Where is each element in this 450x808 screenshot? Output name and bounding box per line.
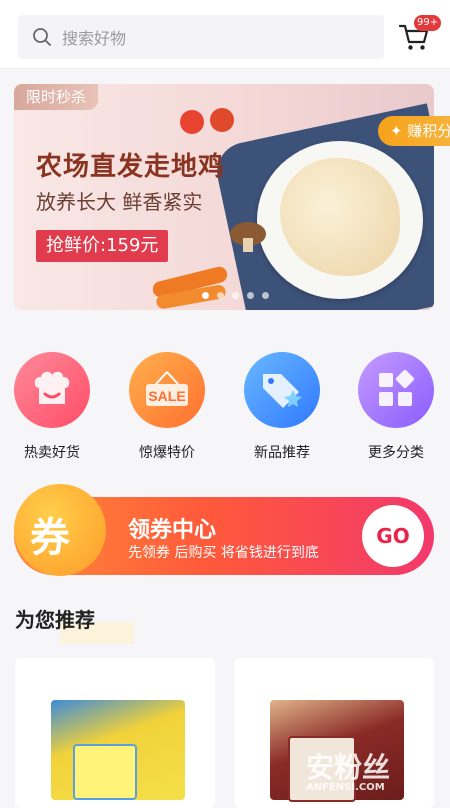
watermark-subtext: ANFENSI.COM [306,782,385,793]
banner-price: 抢鲜价:159元 [36,230,169,262]
earn-points-button[interactable]: ✦ 赚积分 [378,116,450,146]
category-new-circle [244,352,320,428]
coupon-title: 领券中心 [128,518,217,543]
coupon-subtitle: 先领券 后购买 将省钱进行到底 [128,545,319,561]
carousel-dot[interactable] [247,292,254,299]
carousel-dot[interactable] [262,292,269,299]
promo-banner[interactable]: 限时秒杀 农场直发走地鸡 放养长大 鲜香紧实 抢鲜价:159元 [14,84,434,310]
flash-sale-tag: 限时秒杀 [14,84,99,110]
carousel-dot[interactable] [202,292,209,299]
banner-title: 农场直发走地鸡 [36,152,226,182]
watermark-text: 安粉丝 [306,751,391,784]
search-icon [33,28,51,46]
category-hot[interactable]: 热卖好货 [2,352,102,462]
category-hot-circle [14,352,90,428]
category-hot-label: 热卖好货 [24,445,80,461]
cart-badge: 99+ [414,15,442,31]
carousel-dot[interactable] [232,292,239,299]
recommend-title: 为您推荐 [15,608,95,632]
carrot-decor [152,266,228,309]
search-placeholder: 搜索好物 [62,29,127,48]
search-input[interactable]: 搜索好物 [18,15,384,59]
category-sale-circle: SALE [129,352,205,428]
sparkle-icon: ✦ [390,122,403,140]
product-pack-front [73,744,137,800]
new-tag-icon [263,374,302,408]
top-bar: 搜索好物 99+ [0,0,450,69]
grid-icon [379,370,415,406]
category-new-label: 新品推荐 [254,445,310,461]
category-more-label: 更多分类 [368,445,424,461]
carousel-dots [202,292,269,299]
product-card[interactable] [15,658,215,808]
coupon-go-button[interactable]: GO [362,505,424,567]
category-more-circle [358,352,434,428]
mushroom-decor [230,222,266,252]
carousel-dot[interactable] [217,292,224,299]
category-sale-label: 惊爆特价 [139,445,195,461]
svg-text:SALE: SALE [148,388,185,404]
category-new[interactable]: 新品推荐 [232,352,332,462]
watermark: 安粉丝 ANFENSI.COM [306,746,390,793]
chef-hat-icon [34,371,70,404]
category-more[interactable]: 更多分类 [346,352,446,462]
sale-sign-icon: SALE [146,371,188,406]
coupon-icon: 券 [30,515,70,561]
earn-points-label: 赚积分 [407,122,450,140]
category-row: 热卖好货 SALE 惊爆特价 新品推荐 更多分类 [0,352,450,462]
category-sale[interactable]: SALE 惊爆特价 [117,352,217,462]
tomato-decor [180,108,234,134]
banner-subtitle: 放养长大 鲜香紧实 [36,190,203,214]
